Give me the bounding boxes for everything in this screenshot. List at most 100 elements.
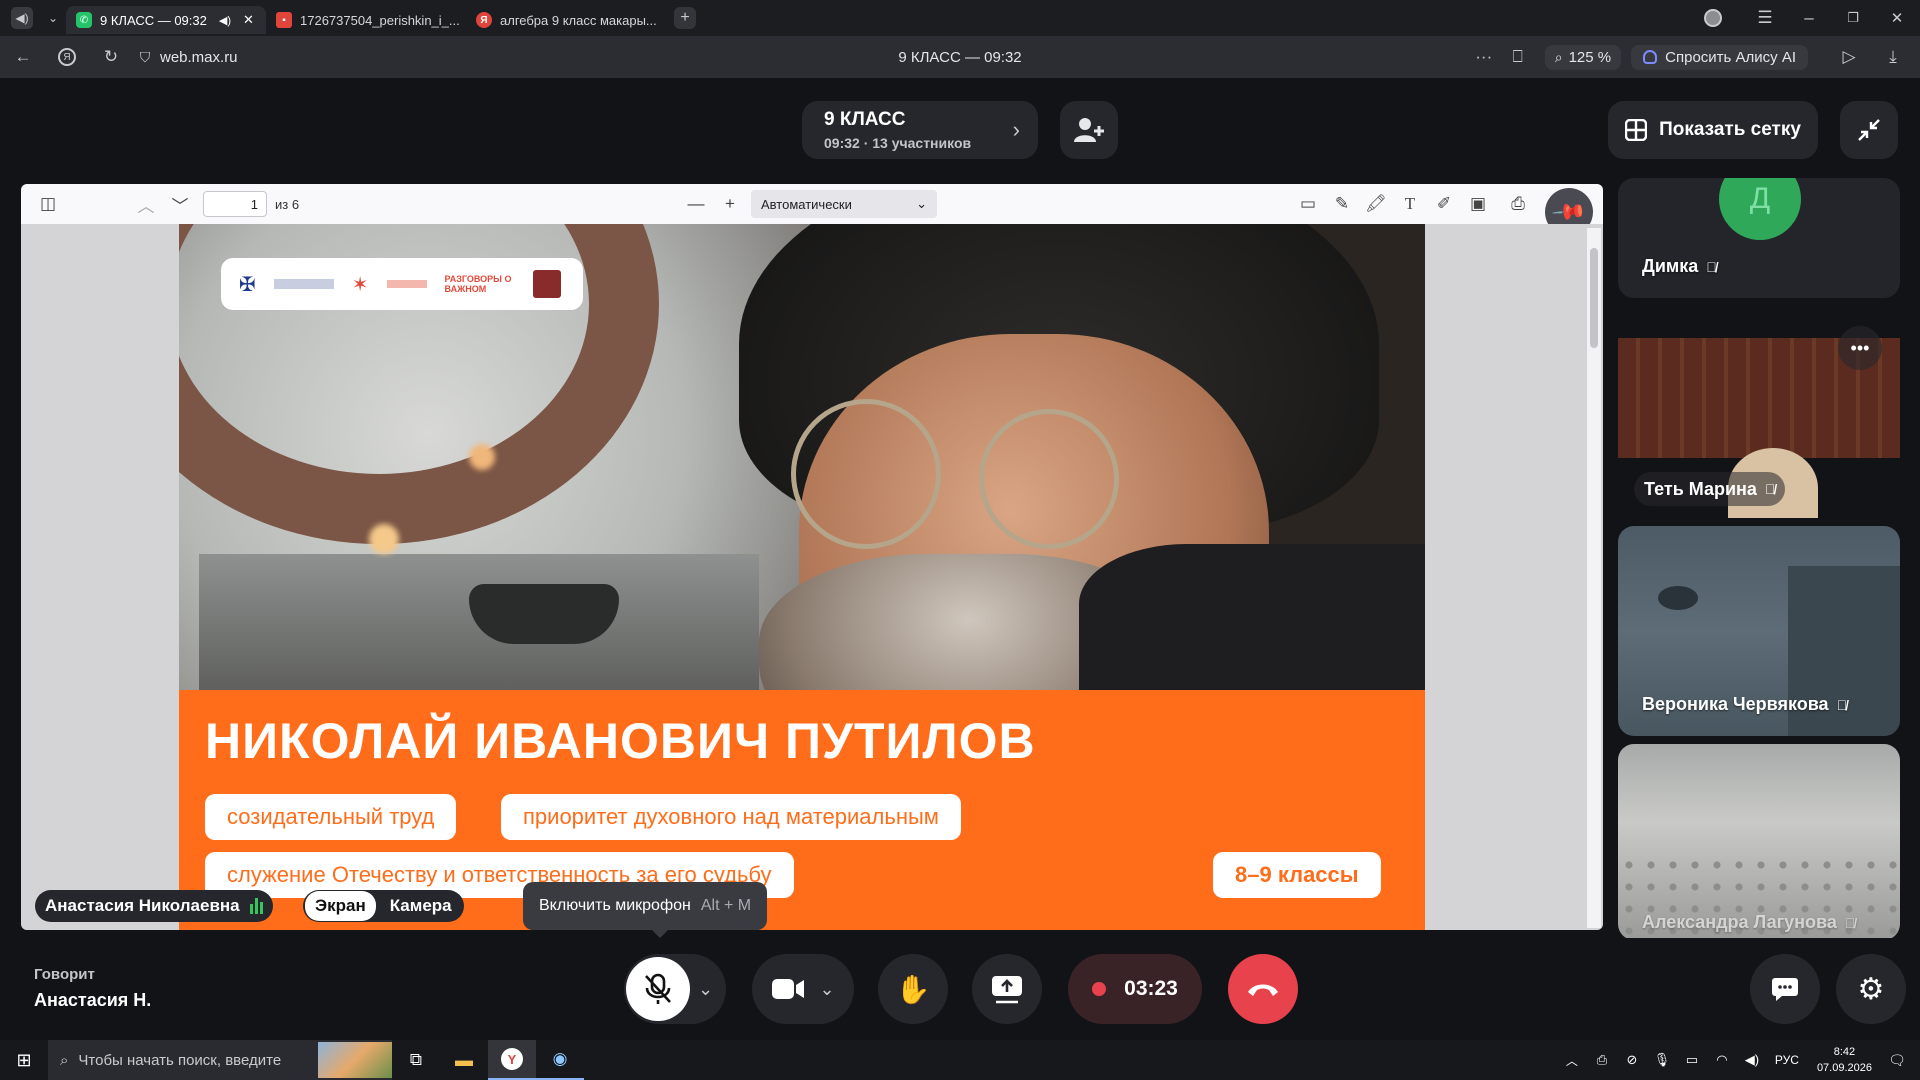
- taskbar-search[interactable]: ⌕ Чтобы начать поиск, введите: [48, 1040, 392, 1080]
- show-grid-button[interactable]: Показать сетку: [1608, 101, 1818, 159]
- close-window-icon[interactable]: ✕: [1882, 3, 1912, 33]
- tray-chevron-icon[interactable]: ︿: [1557, 1045, 1587, 1075]
- back-icon[interactable]: ←: [8, 42, 38, 72]
- alice-button[interactable]: Спросить Алису AI: [1631, 44, 1808, 70]
- participant-name-wrap: Вероника Червякова 🎙̸: [1642, 694, 1847, 715]
- call-controls: Говорит Анастасия Н. ⌄ ⌄ ✋ 03:23 ⚙: [0, 938, 1920, 1040]
- profile-icon[interactable]: [1698, 3, 1728, 33]
- zoom-level: 125 %: [1568, 48, 1612, 66]
- more-options-icon[interactable]: •••: [1838, 326, 1882, 370]
- mic-toggle-button[interactable]: [626, 957, 690, 1021]
- zoom-in-icon[interactable]: +: [715, 189, 745, 219]
- volume-icon[interactable]: ◀): [1737, 1045, 1767, 1075]
- raise-hand-button[interactable]: ✋: [878, 954, 948, 1024]
- end-call-button[interactable]: [1228, 954, 1298, 1024]
- hang-up-icon: [1248, 984, 1278, 996]
- notifications-icon[interactable]: 🗨: [1882, 1045, 1912, 1075]
- camera-tab[interactable]: Камера: [380, 891, 462, 921]
- language-indicator[interactable]: РУС: [1775, 1053, 1799, 1067]
- text-tool-icon[interactable]: T: [1395, 189, 1425, 219]
- participant-tile[interactable]: ••• Теть Марина 🎙̸: [1618, 308, 1900, 518]
- grid-icon: [1625, 119, 1648, 141]
- download-icon[interactable]: ⤓: [1878, 42, 1908, 72]
- settings-button[interactable]: ⚙: [1836, 954, 1906, 1024]
- exit-fullscreen-button[interactable]: [1840, 101, 1898, 159]
- camera-icon[interactable]: [771, 977, 805, 1001]
- reload-icon[interactable]: ↻: [96, 42, 126, 72]
- yandex-browser-icon[interactable]: Y: [488, 1040, 536, 1080]
- browser-settings-icon[interactable]: ☰: [1750, 3, 1780, 33]
- scrollbar-thumb[interactable]: [1590, 248, 1598, 348]
- camera-options-chevron-icon[interactable]: ⌄: [819, 979, 834, 1000]
- alice-icon: [1643, 50, 1658, 64]
- recording-indicator[interactable]: 03:23: [1068, 954, 1202, 1024]
- url-text[interactable]: web.max.ru: [160, 49, 238, 66]
- image-icon[interactable]: ▣: [1463, 189, 1493, 219]
- clock[interactable]: 8:42 07.09.2026: [1817, 1044, 1872, 1076]
- speaking-name: Анастасия Н.: [34, 990, 152, 1010]
- tab-pdf[interactable]: ▪ 1726737504_perishkin_i_...: [266, 6, 466, 34]
- zoom-select[interactable]: Автоматически ⌄: [751, 190, 937, 218]
- close-tab-icon[interactable]: ✕: [243, 12, 254, 28]
- windows-start-icon[interactable]: ⊞: [0, 1040, 48, 1080]
- mic-options-chevron-icon[interactable]: ⌄: [698, 979, 713, 1000]
- prev-page-icon[interactable]: ︿: [131, 189, 161, 219]
- steam-icon[interactable]: ◉: [536, 1040, 584, 1080]
- battery-icon[interactable]: ▭: [1677, 1045, 1707, 1075]
- browser-menu-icon[interactable]: ◀): [4, 3, 40, 33]
- next-page-icon[interactable]: ﹀: [165, 189, 195, 219]
- mic-control: ⌄: [624, 954, 726, 1024]
- file-explorer-icon[interactable]: ▬: [440, 1040, 488, 1080]
- search-placeholder: Чтобы начать поиск, введите: [78, 1051, 282, 1069]
- presenter-name: Анастасия Николаевна: [45, 896, 240, 915]
- comment-icon[interactable]: ▭: [1293, 189, 1323, 219]
- bookmark-icon[interactable]: ⎕: [1503, 42, 1533, 72]
- zoom-indicator[interactable]: ⌕ 125 %: [1544, 44, 1622, 70]
- task-view-icon[interactable]: ⧉: [392, 1040, 440, 1080]
- share-screen-button[interactable]: [972, 954, 1042, 1024]
- search-icon: ⌕: [60, 1051, 69, 1069]
- slide-tag: созидательный труд: [205, 794, 457, 840]
- speaking-label: Говорит: [34, 966, 95, 983]
- tray-muted-icon[interactable]: ⊘: [1617, 1045, 1647, 1075]
- ministry-logo: [273, 279, 334, 289]
- wifi-icon[interactable]: ◠: [1707, 1045, 1737, 1075]
- more-icon[interactable]: ···: [1469, 42, 1499, 72]
- share-screen-icon: [992, 976, 1022, 1004]
- call-info-button[interactable]: 9 КЛАСС 09:32 · 13 участников ›: [802, 101, 1038, 159]
- tray-mic-icon[interactable]: 🎙: [1647, 1045, 1677, 1075]
- signature-icon[interactable]: ✎: [1327, 189, 1357, 219]
- media-icon[interactable]: ▷: [1834, 42, 1864, 72]
- pdf-scrollbar[interactable]: [1587, 228, 1601, 928]
- participant-tile[interactable]: Д Димка 🎙̸: [1618, 178, 1900, 298]
- participant-name: Теть Марина: [1644, 478, 1757, 499]
- sidebar-toggle-icon[interactable]: ◫: [33, 189, 63, 219]
- light: [469, 444, 495, 470]
- tabs-dropdown-icon[interactable]: ⌄: [40, 3, 66, 33]
- tab-title: 1726737504_perishkin_i_...: [300, 12, 460, 28]
- highlight-icon[interactable]: 🖍: [1361, 189, 1391, 219]
- restore-icon[interactable]: ❐: [1838, 3, 1868, 33]
- participant-tile[interactable]: Александра Лагунова 🎙̸: [1618, 744, 1900, 940]
- chat-button[interactable]: [1750, 954, 1820, 1024]
- add-participant-button[interactable]: [1060, 101, 1118, 159]
- participant-tile[interactable]: Вероника Червякова 🎙̸: [1618, 526, 1900, 736]
- pdf-toolbar: ◫ ︿ ﹀ 1 из 6 — + Автоматически ⌄ ▭ ✎ 🖍 T…: [21, 184, 1603, 224]
- mic-muted-icon: 🎙̸: [1844, 914, 1856, 931]
- screen-tab[interactable]: Экран: [305, 891, 376, 921]
- search-highlight-image: [318, 1042, 392, 1078]
- tray-device-icon[interactable]: ⎙: [1587, 1045, 1617, 1075]
- tab-call[interactable]: ✆ 9 КЛАСС — 09:32 ◀) ✕: [66, 6, 266, 34]
- speaker-icon[interactable]: ◀): [219, 14, 231, 27]
- chat-icon: [1772, 978, 1798, 1001]
- draw-icon[interactable]: ✐: [1429, 189, 1459, 219]
- new-tab-icon[interactable]: +: [674, 7, 696, 29]
- windows-taskbar: ⊞ ⌕ Чтобы начать поиск, введите ⧉ ▬ Y ◉ …: [0, 1040, 1920, 1080]
- tab-search[interactable]: Я алгебра 9 класс макары...: [466, 6, 666, 34]
- zoom-out-icon[interactable]: —: [681, 189, 711, 219]
- print-icon[interactable]: ⎙: [1503, 189, 1533, 219]
- address-bar: ← Я ↻ ⛉ web.max.ru 9 КЛАСС — 09:32 ··· ⎕…: [0, 36, 1920, 78]
- yandex-home-icon[interactable]: Я: [52, 42, 82, 72]
- page-number-input[interactable]: 1: [203, 191, 267, 217]
- minimize-icon[interactable]: –: [1794, 3, 1824, 33]
